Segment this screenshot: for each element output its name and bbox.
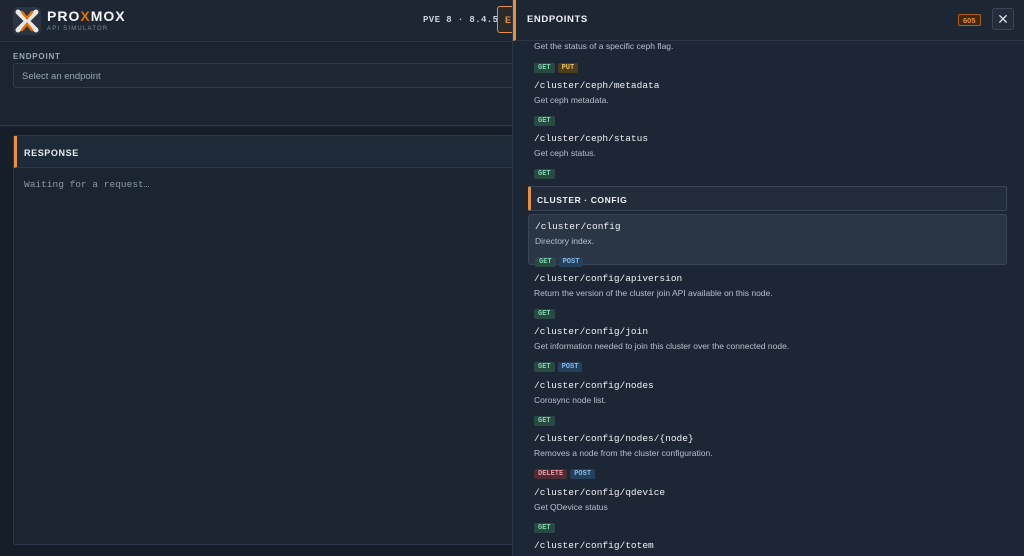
method-tag-put: PUT bbox=[557, 63, 579, 73]
endpoint-item-ceph-metadata[interactable]: /cluster/ceph/metadata Get ceph metadata… bbox=[528, 80, 1007, 126]
endpoint-item-config-join[interactable]: /cluster/config/join Get information nee… bbox=[528, 326, 1007, 372]
endpoint-description: Corosync node list. bbox=[534, 395, 607, 405]
endpoint-select[interactable]: Select an endpoint bbox=[13, 63, 521, 88]
endpoint-path: /cluster/config/totem bbox=[534, 540, 654, 551]
endpoint-path: /cluster/config/apiversion bbox=[534, 273, 683, 284]
drawer-header: ENDPOINTS 605 ✕ bbox=[513, 0, 1024, 41]
response-placeholder: Waiting for a request… bbox=[24, 179, 150, 190]
endpoint-path: /cluster/ceph/metadata bbox=[534, 80, 660, 91]
method-tag-get: GET bbox=[534, 63, 555, 73]
method-tag-get: GET bbox=[534, 169, 555, 179]
brand-name: PROXMOX bbox=[47, 8, 126, 24]
method-tag-get: GET bbox=[534, 362, 555, 372]
endpoint-description: Get ceph status. bbox=[534, 148, 596, 158]
method-tag-get: GET bbox=[534, 416, 555, 426]
version-label: PVE 8 · 8.4.5 bbox=[423, 15, 499, 25]
endpoint-list: Get the status of a specific ceph flag. … bbox=[513, 41, 1024, 556]
endpoint-path: /cluster/config/nodes bbox=[534, 380, 654, 391]
endpoint-item-cluster-config[interactable]: /cluster/config Directory index. GET POST bbox=[528, 214, 1007, 267]
endpoint-description: Get QDevice status bbox=[534, 502, 608, 512]
endpoint-item-config-nodes-node[interactable]: /cluster/config/nodes/{node} Removes a n… bbox=[528, 433, 1007, 479]
endpoint-label: ENDPOINT bbox=[13, 52, 61, 61]
method-tag-get: GET bbox=[534, 309, 555, 319]
response-panel: RESPONSE Waiting for a request… bbox=[13, 135, 523, 545]
endpoint-count-badge: 605 bbox=[958, 14, 981, 26]
response-area: RESPONSE Waiting for a request… bbox=[0, 127, 523, 556]
endpoint-description: Get the status of a specific ceph flag. bbox=[534, 41, 674, 51]
endpoint-item-ceph-status[interactable]: /cluster/ceph/status Get ceph status. GE… bbox=[528, 133, 1007, 179]
endpoint-section: ENDPOINT Select an endpoint bbox=[0, 42, 521, 126]
endpoints-drawer: ENDPOINTS 605 ✕ Get the status of a spec… bbox=[512, 0, 1024, 556]
method-tag-get: GET bbox=[535, 257, 556, 267]
endpoint-item-config-totem[interactable]: /cluster/config/totem bbox=[528, 540, 1007, 556]
endpoint-item-ceph-flag[interactable]: Get the status of a specific ceph flag. … bbox=[528, 41, 1007, 73]
endpoint-path: /cluster/ceph/status bbox=[534, 133, 649, 144]
endpoint-item-config-apiversion[interactable]: /cluster/config/apiversion Return the ve… bbox=[528, 273, 1007, 319]
endpoint-path: /cluster/config/join bbox=[534, 326, 649, 337]
drawer-title: ENDPOINTS bbox=[527, 14, 588, 25]
endpoint-path: /cluster/config bbox=[535, 221, 621, 232]
brand-subtitle: API SIMULATOR bbox=[47, 26, 109, 32]
endpoint-description: Return the version of the cluster join A… bbox=[534, 288, 773, 298]
endpoint-item-config-qdevice[interactable]: /cluster/config/qdevice Get QDevice stat… bbox=[528, 487, 1007, 533]
response-title: RESPONSE bbox=[14, 136, 522, 168]
proxmox-logo-icon bbox=[13, 7, 41, 35]
top-bar: PROXMOX API SIMULATOR PVE 8 · 8.4.5 E bbox=[0, 0, 517, 42]
endpoint-item-config-nodes[interactable]: /cluster/config/nodes Corosync node list… bbox=[528, 380, 1007, 426]
endpoint-path: /cluster/config/nodes/{node} bbox=[534, 433, 694, 444]
method-tag-get: GET bbox=[534, 523, 555, 533]
endpoint-description: Get ceph metadata. bbox=[534, 95, 609, 105]
method-tag-get: GET bbox=[534, 116, 555, 126]
endpoint-description: Removes a node from the cluster configur… bbox=[534, 448, 713, 458]
method-tag-post: POST bbox=[557, 362, 583, 372]
close-button[interactable]: ✕ bbox=[992, 8, 1014, 30]
close-icon: ✕ bbox=[997, 11, 1009, 27]
method-tag-post: POST bbox=[558, 257, 584, 267]
endpoint-description: Directory index. bbox=[535, 236, 595, 246]
method-tag-post: POST bbox=[570, 469, 596, 479]
method-tag-delete: DELETE bbox=[534, 469, 568, 479]
section-header-cluster-config: CLUSTER · CONFIG bbox=[528, 186, 1007, 211]
endpoint-description: Get information needed to join this clus… bbox=[534, 341, 790, 351]
endpoint-path: /cluster/config/qdevice bbox=[534, 487, 666, 498]
